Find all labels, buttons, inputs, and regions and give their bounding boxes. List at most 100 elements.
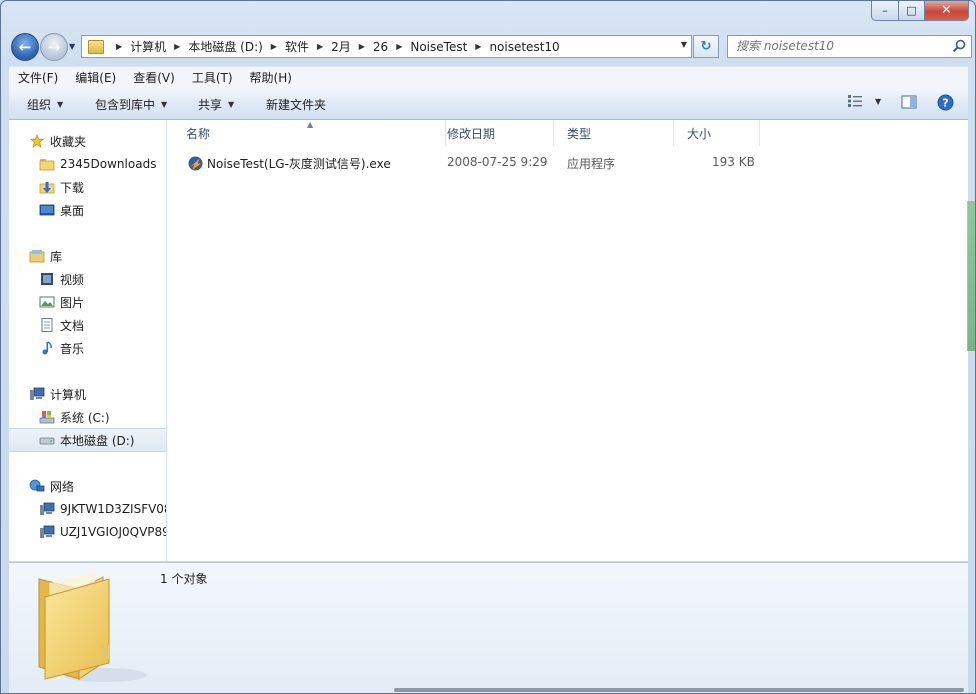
nav-libraries[interactable]: 库 [9, 245, 166, 267]
file-type: 应用程序 [567, 157, 616, 171]
address-history-chevron-down-icon[interactable]: ▼ [681, 40, 687, 49]
nav-item-desktop[interactable]: 桌面 [9, 199, 166, 221]
breadcrumb-separator-icon[interactable]: ▶ [116, 42, 122, 51]
nav-item-label: 系统 (C:) [60, 410, 110, 425]
column-header-type[interactable]: 类型 [561, 120, 674, 146]
horizontal-scrollbar[interactable] [394, 688, 964, 692]
desktop-icon [39, 204, 55, 216]
nav-item-drive-c[interactable]: 系统 (C:) [9, 406, 166, 428]
large-folder-icon [38, 573, 147, 682]
nav-item-network-pc-1[interactable]: 9JKTW1D3ZISFV08 [9, 498, 167, 520]
breadcrumb-26[interactable]: 26 [373, 40, 388, 54]
chevron-down-icon: ▼ [57, 100, 64, 109]
chevron-down-icon[interactable]: ▼ [875, 97, 881, 106]
refresh-icon: ↻ [700, 39, 712, 54]
menu-view[interactable]: 查看(V) [133, 69, 175, 86]
column-header-name[interactable]: 名称 [167, 120, 446, 146]
breadcrumb-separator-icon[interactable]: ▶ [396, 42, 402, 51]
breadcrumb-separator-icon[interactable]: ▶ [359, 42, 365, 51]
column-header-label: 类型 [567, 126, 592, 141]
picture-icon [39, 296, 55, 308]
nav-item-music[interactable]: 音乐 [9, 337, 166, 359]
nav-item-videos[interactable]: 视频 [9, 268, 166, 290]
organize-button[interactable]: 组织 ▼ [27, 96, 63, 113]
menu-file[interactable]: 文件(F) [18, 69, 58, 86]
hard-drive-icon [39, 437, 55, 445]
breadcrumb-separator-icon[interactable]: ▶ [317, 42, 323, 51]
share-label: 共享 [198, 98, 223, 112]
nav-favorites[interactable]: 收藏夹 [9, 130, 166, 152]
view-list-icon [848, 95, 862, 107]
column-header-label: 大小 [687, 126, 712, 141]
organize-label: 组织 [27, 98, 52, 112]
explorer-window: – □ ✕ ← → ▼ ▶ 计算机 ▶ 本地磁盘 (D:) ▶ 软件 ▶ 2月 … [0, 0, 976, 694]
nav-item-label: 视频 [60, 272, 85, 287]
breadcrumb-software[interactable]: 软件 [285, 38, 309, 55]
computer-icon [30, 387, 45, 400]
item-count: 1 个对象 [160, 572, 208, 586]
menu-help[interactable]: 帮助(H) [250, 69, 292, 86]
nav-libraries-label: 库 [50, 249, 63, 264]
table-row[interactable]: NoiseTest(LG-灰度测试信号).exe 2008-07-25 9:29… [181, 152, 771, 174]
menu-bar: 文件(F) 编辑(E) 查看(V) 工具(T) 帮助(H) [9, 66, 968, 88]
column-header-label: 修改日期 [447, 126, 496, 141]
breadcrumb-noisetest10[interactable]: noisetest10 [489, 40, 559, 54]
nav-network[interactable]: 网络 [9, 475, 166, 497]
nav-item-network-pc-2[interactable]: UZJ1VGIOJ0QVP89 [9, 521, 166, 543]
nav-item-label: 图片 [60, 295, 85, 310]
star-icon [29, 134, 45, 148]
nav-item-label: 文档 [60, 318, 85, 333]
new-folder-button[interactable]: 新建文件夹 [266, 96, 326, 113]
nav-item-label: 桌面 [60, 203, 85, 218]
details-pane: 1 个对象 [9, 562, 968, 693]
minimize-button[interactable]: – [871, 1, 899, 21]
maximize-button[interactable]: □ [899, 1, 925, 21]
search-box[interactable] [727, 35, 972, 58]
search-input[interactable] [728, 36, 946, 55]
nav-computer[interactable]: 计算机 [9, 383, 166, 405]
nav-item-label: 9JKTW1D3ZISFV08 [60, 502, 167, 516]
column-header-modified[interactable]: 修改日期 [441, 120, 554, 146]
breadcrumb-noisetest[interactable]: NoiseTest [410, 40, 467, 54]
nav-item-2345downloads[interactable]: 2345Downloads [9, 153, 166, 175]
address-bar[interactable]: ▶ 计算机 ▶ 本地磁盘 (D:) ▶ 软件 ▶ 2月 ▶ 26 ▶ Noise… [81, 35, 692, 58]
nav-item-documents[interactable]: 文档 [9, 314, 166, 336]
nav-item-drive-d[interactable]: 本地磁盘 (D:) [9, 428, 166, 452]
breadcrumb-feb[interactable]: 2月 [331, 38, 351, 55]
nav-item-downloads[interactable]: 下载 [9, 176, 166, 198]
application-exe-icon [188, 156, 203, 171]
breadcrumb-separator-icon[interactable]: ▶ [271, 42, 277, 51]
forward-button[interactable]: → [40, 33, 68, 61]
file-size: 193 KB [712, 155, 755, 169]
breadcrumb-computer[interactable]: 计算机 [130, 38, 166, 55]
refresh-button[interactable]: ↻ [693, 35, 719, 58]
document-icon [41, 318, 53, 332]
nav-item-label: 下载 [60, 180, 85, 195]
share-button[interactable]: 共享 ▼ [198, 96, 234, 113]
change-view-button[interactable]: ▼ [847, 94, 881, 108]
help-icon[interactable]: ? [937, 94, 954, 111]
menu-edit[interactable]: 编辑(E) [75, 69, 116, 86]
music-icon [42, 341, 52, 355]
folder-icon [88, 39, 104, 54]
caption-buttons: – □ ✕ [871, 1, 969, 21]
nav-item-label: 本地磁盘 (D:) [60, 433, 135, 448]
breadcrumb-drive-d[interactable]: 本地磁盘 (D:) [188, 38, 262, 55]
breadcrumb: ▶ 计算机 ▶ 本地磁盘 (D:) ▶ 软件 ▶ 2月 ▶ 26 ▶ Noise… [108, 38, 560, 55]
nav-item-label: 音乐 [60, 341, 85, 356]
include-in-library-button[interactable]: 包含到库中 ▼ [95, 96, 167, 113]
back-button[interactable]: ← [11, 33, 39, 61]
nav-item-label: 2345Downloads [60, 157, 157, 171]
breadcrumb-separator-icon[interactable]: ▶ [475, 42, 481, 51]
recent-pages-chevron-down-icon[interactable]: ▼ [69, 42, 75, 51]
file-list: ▲ 名称 修改日期 类型 大小 NoiseTest(LG-灰度测试信号).exe… [167, 120, 968, 561]
search-icon[interactable] [951, 38, 967, 54]
breadcrumb-separator-icon[interactable]: ▶ [174, 42, 180, 51]
menu-tools[interactable]: 工具(T) [192, 69, 233, 86]
library-icon [29, 250, 45, 263]
column-header-size[interactable]: 大小 [681, 120, 760, 146]
preview-pane-icon[interactable] [901, 94, 917, 110]
nav-item-pictures[interactable]: 图片 [9, 291, 166, 313]
download-folder-icon [39, 182, 55, 194]
close-button[interactable]: ✕ [925, 1, 969, 21]
